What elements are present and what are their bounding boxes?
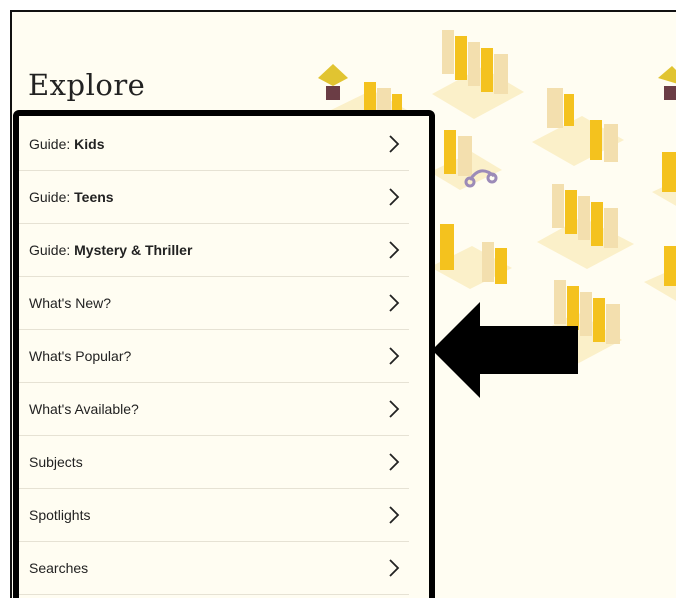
menu-item[interactable]: Spotlights — [19, 489, 409, 542]
menu-item-label: What's Available? — [29, 401, 139, 417]
menu-item-prefix: Guide: — [29, 242, 75, 258]
annotation-arrow-left-icon — [432, 302, 578, 398]
menu-list: Guide: Kids Guide: Teens Guide: Mystery & … — [19, 118, 409, 595]
menu-item[interactable]: Subjects — [19, 436, 409, 489]
explore-menu: Guide: Kids Guide: Teens Guide: Mystery & … — [13, 110, 435, 598]
menu-item-label: Guide: Kids — [29, 136, 104, 152]
chevron-right-icon — [389, 241, 400, 259]
chevron-right-icon — [389, 559, 400, 577]
chevron-right-icon — [389, 400, 400, 418]
menu-item[interactable]: Searches — [19, 542, 409, 595]
menu-item-text: What's Popular? — [29, 348, 132, 364]
chevron-right-icon — [389, 506, 400, 524]
menu-item[interactable]: Guide: Kids — [19, 118, 409, 171]
menu-item-text: Searches — [29, 560, 89, 576]
chevron-right-icon — [389, 294, 400, 312]
page-title: Explore — [28, 68, 146, 102]
chevron-right-icon — [389, 188, 400, 206]
chevron-right-icon — [389, 453, 400, 471]
menu-item-text: Subjects — [29, 454, 83, 470]
menu-item-label: Searches — [29, 560, 88, 576]
menu-item-label: Subjects — [29, 454, 83, 470]
menu-item-label: What's Popular? — [29, 348, 131, 364]
menu-item[interactable]: Guide: Mystery & Thriller — [19, 224, 409, 277]
menu-item-bold-label: Teens — [74, 189, 114, 205]
menu-item-prefix: Guide: — [29, 189, 75, 205]
menu-item-text: Spotlights — [29, 507, 91, 523]
menu-item-text: What's New? — [29, 295, 112, 311]
menu-item[interactable]: What's Popular? — [19, 330, 409, 383]
chevron-right-icon — [389, 135, 400, 153]
menu-item-label: Guide: Teens — [29, 189, 114, 205]
menu-item-label: Spotlights — [29, 507, 90, 523]
menu-item[interactable]: Guide: Teens — [19, 171, 409, 224]
menu-item-bold-label: Kids — [74, 136, 105, 152]
menu-item-bold-label: Mystery & Thriller — [74, 242, 193, 258]
menu-item-label: Guide: Mystery & Thriller — [29, 242, 192, 258]
menu-item[interactable]: What's New? — [19, 277, 409, 330]
chevron-right-icon — [389, 347, 400, 365]
menu-item-label: What's New? — [29, 295, 111, 311]
menu-item-prefix: Guide: — [29, 136, 75, 152]
menu-item-text: What's Available? — [29, 401, 139, 417]
menu-item[interactable]: What's Available? — [19, 383, 409, 436]
